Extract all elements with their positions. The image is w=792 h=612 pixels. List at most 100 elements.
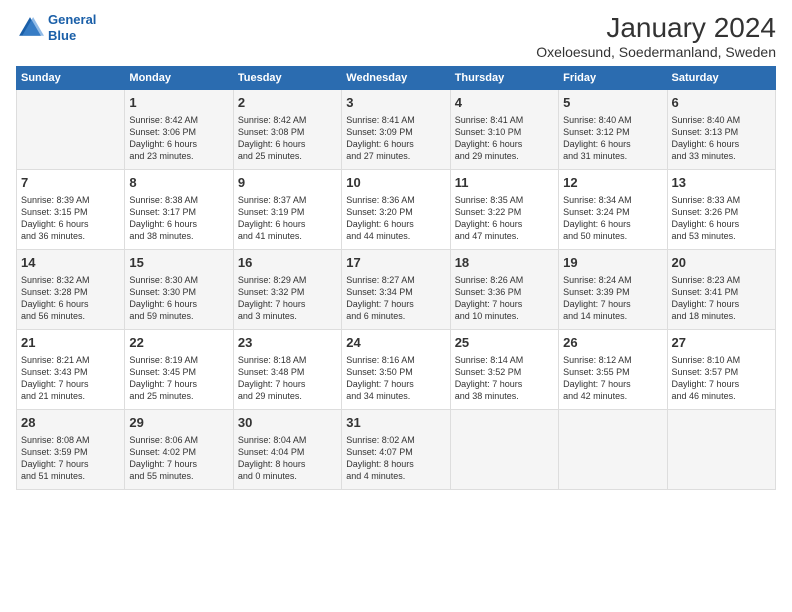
cell-5-6 (559, 410, 667, 490)
day-info-line: and 51 minutes. (21, 470, 120, 482)
cell-5-7 (667, 410, 775, 490)
cell-2-6: 12Sunrise: 8:34 AMSunset: 3:24 PMDayligh… (559, 170, 667, 250)
day-info-line: Sunset: 3:17 PM (129, 206, 228, 218)
day-info-line: Daylight: 7 hours (21, 378, 120, 390)
day-number: 27 (672, 334, 771, 352)
day-info-line: Sunset: 3:08 PM (238, 126, 337, 138)
day-info-line: Sunset: 3:52 PM (455, 366, 554, 378)
cell-3-7: 20Sunrise: 8:23 AMSunset: 3:41 PMDayligh… (667, 250, 775, 330)
day-info-line: Sunset: 3:36 PM (455, 286, 554, 298)
day-info-line: Daylight: 6 hours (129, 218, 228, 230)
cell-3-2: 15Sunrise: 8:30 AMSunset: 3:30 PMDayligh… (125, 250, 233, 330)
day-info-line: Sunrise: 8:21 AM (21, 354, 120, 366)
day-info-line: Sunrise: 8:41 AM (346, 114, 445, 126)
day-info-line: Sunset: 4:07 PM (346, 446, 445, 458)
cell-3-5: 18 Sunrise: 8:26 AMSunset: 3:36 PMDayligh… (450, 250, 558, 330)
day-info-line: Sunset: 3:12 PM (563, 126, 662, 138)
col-header-thursday: Thursday (450, 67, 558, 90)
day-number: 28 (21, 414, 120, 432)
day-info-line: Sunrise: 8:12 AM (563, 354, 662, 366)
day-info-line: and 3 minutes. (238, 310, 337, 322)
day-info-line: Sunset: 3:57 PM (672, 366, 771, 378)
day-info-line: Daylight: 7 hours (455, 298, 554, 310)
day-number: 16 (238, 254, 337, 272)
week-row-5: 28Sunrise: 8:08 AMSunset: 3:59 PMDayligh… (17, 410, 776, 490)
day-info-line: Sunset: 3:22 PM (455, 206, 554, 218)
day-number: 11 (455, 174, 554, 192)
cell-5-2: 29Sunrise: 8:06 AMSunset: 4:02 PMDayligh… (125, 410, 233, 490)
day-number: 29 (129, 414, 228, 432)
day-info-line: and 38 minutes. (455, 390, 554, 402)
day-info-line: Daylight: 6 hours (563, 218, 662, 230)
cell-5-3: 30Sunrise: 8:04 AMSunset: 4:04 PMDayligh… (233, 410, 341, 490)
day-info-line: Sunset: 3:15 PM (21, 206, 120, 218)
day-info-line: Sunrise: 8:36 AM (346, 194, 445, 206)
day-info-line: and 44 minutes. (346, 230, 445, 242)
day-number: 19 (563, 254, 662, 272)
day-info-line: Sunrise: 8:08 AM (21, 434, 120, 446)
day-info-line: Sunset: 3:45 PM (129, 366, 228, 378)
day-info-line: Sunrise: 8:26 AM (455, 274, 554, 286)
day-number: 9 (238, 174, 337, 192)
day-number: 21 (21, 334, 120, 352)
day-info-line: Daylight: 7 hours (672, 378, 771, 390)
day-info-line: and 46 minutes. (672, 390, 771, 402)
day-info-line: Daylight: 7 hours (129, 458, 228, 470)
day-info-line: Sunset: 3:50 PM (346, 366, 445, 378)
day-info-line: Sunset: 3:26 PM (672, 206, 771, 218)
logo: General Blue (16, 12, 96, 43)
day-number: 5 (563, 94, 662, 112)
logo-line1: General (48, 12, 96, 27)
day-info-line: Sunrise: 8:42 AM (129, 114, 228, 126)
cell-3-6: 19Sunrise: 8:24 AMSunset: 3:39 PMDayligh… (559, 250, 667, 330)
day-info-line: Sunrise: 8:02 AM (346, 434, 445, 446)
day-info-line: and 4 minutes. (346, 470, 445, 482)
day-info-line: Daylight: 7 hours (346, 378, 445, 390)
day-info-line: Sunset: 3:30 PM (129, 286, 228, 298)
cell-4-6: 26Sunrise: 8:12 AMSunset: 3:55 PMDayligh… (559, 330, 667, 410)
col-header-sunday: Sunday (17, 67, 125, 90)
logo-line2: Blue (48, 28, 76, 43)
day-info-line: Sunrise: 8:24 AM (563, 274, 662, 286)
day-info-line: Sunrise: 8:06 AM (129, 434, 228, 446)
day-info-line: Sunrise: 8:18 AM (238, 354, 337, 366)
day-info-line: Sunrise: 8:10 AM (672, 354, 771, 366)
day-info-line: Sunset: 3:39 PM (563, 286, 662, 298)
cell-2-3: 9Sunrise: 8:37 AMSunset: 3:19 PMDaylight… (233, 170, 341, 250)
day-number: 31 (346, 414, 445, 432)
day-info-line: Sunrise: 8:37 AM (238, 194, 337, 206)
day-info-line: and 55 minutes. (129, 470, 228, 482)
day-number: 1 (129, 94, 228, 112)
day-info-line: Sunset: 3:20 PM (346, 206, 445, 218)
cell-4-2: 22Sunrise: 8:19 AMSunset: 3:45 PMDayligh… (125, 330, 233, 410)
day-info-line: and 53 minutes. (672, 230, 771, 242)
day-number: 18 (455, 254, 554, 272)
cell-2-5: 11Sunrise: 8:35 AMSunset: 3:22 PMDayligh… (450, 170, 558, 250)
day-info-line: and 27 minutes. (346, 150, 445, 162)
day-info-line: Daylight: 6 hours (455, 138, 554, 150)
day-info-line: and 59 minutes. (129, 310, 228, 322)
day-number: 6 (672, 94, 771, 112)
cell-1-3: 2Sunrise: 8:42 AMSunset: 3:08 PMDaylight… (233, 90, 341, 170)
day-number: 4 (455, 94, 554, 112)
day-info-line: Daylight: 7 hours (21, 458, 120, 470)
day-info-line: Sunrise: 8:34 AM (563, 194, 662, 206)
day-info-line: and 56 minutes. (21, 310, 120, 322)
day-info-line: Daylight: 7 hours (672, 298, 771, 310)
logo-text: General Blue (48, 12, 96, 43)
day-info-line: Sunset: 3:24 PM (563, 206, 662, 218)
day-number: 26 (563, 334, 662, 352)
day-info-line: and 31 minutes. (563, 150, 662, 162)
day-number: 30 (238, 414, 337, 432)
day-info-line: Sunrise: 8:19 AM (129, 354, 228, 366)
day-info-line: Daylight: 6 hours (238, 138, 337, 150)
col-header-wednesday: Wednesday (342, 67, 450, 90)
day-info-line: Sunset: 3:28 PM (21, 286, 120, 298)
day-info-line: Sunrise: 8:14 AM (455, 354, 554, 366)
day-info-line: and 47 minutes. (455, 230, 554, 242)
col-header-friday: Friday (559, 67, 667, 90)
week-row-2: 7Sunrise: 8:39 AMSunset: 3:15 PMDaylight… (17, 170, 776, 250)
subtitle: Oxeloesund, Soedermanland, Sweden (536, 44, 776, 60)
cell-1-5: 4Sunrise: 8:41 AMSunset: 3:10 PMDaylight… (450, 90, 558, 170)
title-block: January 2024 Oxeloesund, Soedermanland, … (536, 12, 776, 60)
